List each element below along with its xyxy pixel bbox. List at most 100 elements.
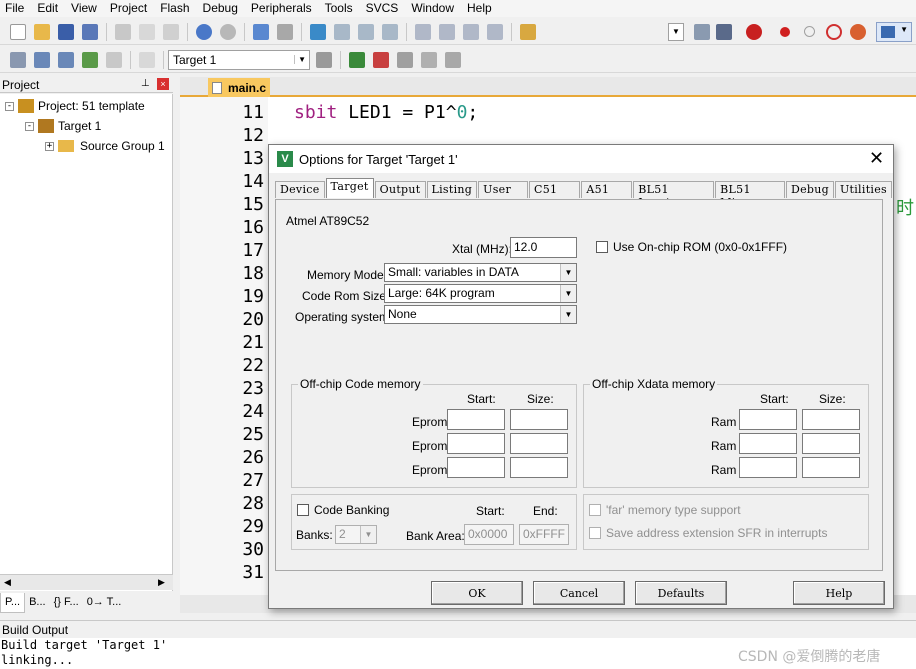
breakpoint-kill-all-icon[interactable]	[850, 24, 866, 40]
ram-size-input[interactable]	[802, 409, 860, 430]
expand-icon[interactable]: +	[45, 141, 54, 151]
cut-icon[interactable]	[115, 23, 131, 40]
target-select[interactable]: Target 1 ▼	[168, 49, 310, 70]
debug-start-icon[interactable]	[746, 24, 762, 40]
find-combo-arrow-icon[interactable]: ▼	[668, 23, 684, 41]
pin-icon[interactable]: ⊥	[141, 78, 150, 89]
window-layout-button[interactable]: ▼	[876, 22, 912, 42]
bank-start-input[interactable]: 0x0000	[464, 524, 514, 545]
undo-icon[interactable]	[196, 23, 212, 40]
menu-project[interactable]: Project	[105, 0, 155, 17]
memory-model-select[interactable]: Small: variables in DATA ▼	[384, 263, 577, 282]
eprom-start-input[interactable]	[447, 409, 505, 430]
tab-a51[interactable]: A51	[581, 181, 633, 198]
tab-utilities[interactable]: Utilities	[834, 181, 892, 198]
tab-user[interactable]: User	[478, 181, 529, 198]
tab-project[interactable]: P...	[0, 593, 26, 613]
tree-item-project[interactable]: - Project: 51 template	[5, 99, 145, 113]
code-rom-select[interactable]: Large: 64K program ▼	[384, 284, 577, 303]
paste-icon[interactable]	[163, 23, 179, 40]
manage-components-icon[interactable]	[349, 51, 365, 68]
menu-debug[interactable]: Debug	[198, 0, 246, 17]
incremental-find-icon[interactable]	[716, 24, 732, 40]
breakpoint-disable-icon[interactable]	[804, 26, 815, 37]
scroll-right-icon[interactable]: ▶	[158, 577, 165, 588]
tree-item-target[interactable]: - Target 1	[25, 119, 101, 133]
cancel-button[interactable]: Cancel	[533, 581, 625, 605]
far-memory-checkbox[interactable]	[589, 504, 601, 516]
eprom-size-input[interactable]	[510, 433, 568, 454]
menu-view[interactable]: View	[66, 0, 105, 17]
save-icon[interactable]	[58, 23, 74, 40]
menu-peripherals[interactable]: Peripherals	[246, 0, 320, 17]
target-options-icon[interactable]	[316, 51, 332, 68]
bookmark-clear-icon[interactable]	[382, 23, 398, 40]
banks-select[interactable]: 2 ▼	[335, 525, 377, 544]
menu-flash[interactable]: Flash	[155, 0, 197, 17]
software-packs-icon[interactable]	[445, 51, 461, 68]
load-icon[interactable]	[139, 51, 155, 68]
xtal-input[interactable]: 12.0	[510, 237, 577, 258]
close-icon[interactable]: ✕	[869, 148, 884, 169]
find-in-files-icon[interactable]	[520, 23, 536, 40]
uncomment-icon[interactable]	[487, 23, 503, 40]
eprom-start-input[interactable]	[447, 433, 505, 454]
tab-c51[interactable]: C51	[529, 181, 581, 198]
copy-icon[interactable]	[139, 23, 155, 40]
code-banking-checkbox[interactable]	[297, 504, 309, 516]
ram-start-input[interactable]	[739, 457, 797, 478]
os-select[interactable]: None ▼	[384, 305, 577, 324]
collapse-icon[interactable]: -	[5, 101, 14, 111]
menu-tools[interactable]: Tools	[320, 0, 361, 17]
defaults-button[interactable]: Defaults	[635, 581, 727, 605]
tab-functions[interactable]: {} F...	[50, 593, 83, 613]
stop-build-icon[interactable]	[106, 51, 122, 68]
bookmark-icon[interactable]	[310, 23, 326, 40]
comment-icon[interactable]	[463, 23, 479, 40]
tab-books[interactable]: B...	[25, 593, 50, 613]
redo-icon[interactable]	[220, 23, 236, 40]
tab-bl51-misc[interactable]: BL51 Misc	[715, 181, 785, 209]
new-file-icon[interactable]	[10, 23, 26, 40]
indent-icon[interactable]	[415, 23, 431, 40]
menu-file[interactable]: File	[0, 0, 32, 17]
collapse-icon[interactable]: -	[25, 121, 34, 131]
ram-start-input[interactable]	[739, 433, 797, 454]
eprom-size-input[interactable]	[510, 457, 568, 478]
ram-size-input[interactable]	[802, 433, 860, 454]
ok-button[interactable]: OK	[431, 581, 523, 605]
breakpoint-insert-icon[interactable]	[780, 27, 790, 37]
horizontal-scrollbar[interactable]: ◀ ▶	[0, 574, 173, 590]
tab-target[interactable]: Target	[325, 178, 374, 198]
nav-forward-icon[interactable]	[277, 23, 293, 40]
batch-build-icon[interactable]	[82, 51, 98, 68]
scroll-left-icon[interactable]: ◀	[4, 577, 11, 588]
bookmark-prev-icon[interactable]	[334, 23, 350, 40]
close-icon[interactable]: ×	[157, 78, 169, 90]
tab-bl51-locate[interactable]: BL51 Locate	[633, 181, 715, 209]
help-button[interactable]: Help	[793, 581, 885, 605]
tab-templates[interactable]: 0→ T...	[83, 593, 126, 613]
find-icon[interactable]	[694, 24, 710, 40]
onchip-rom-checkbox[interactable]	[596, 241, 608, 253]
bank-end-input[interactable]: 0xFFFF	[519, 524, 569, 545]
tab-device[interactable]: Device	[275, 181, 325, 198]
menu-svcs[interactable]: SVCS	[361, 0, 407, 17]
select-packs-icon[interactable]	[397, 51, 413, 68]
tab-main-c[interactable]: main.c	[208, 78, 270, 97]
eprom-start-input[interactable]	[447, 457, 505, 478]
tab-listing[interactable]: Listing	[426, 181, 478, 198]
menu-edit[interactable]: Edit	[32, 0, 66, 17]
bookmark-next-icon[interactable]	[358, 23, 374, 40]
build-icon[interactable]	[34, 51, 50, 68]
menu-window[interactable]: Window	[406, 0, 462, 17]
rebuild-icon[interactable]	[58, 51, 74, 68]
open-folder-icon[interactable]	[34, 23, 50, 40]
save-sfr-checkbox[interactable]	[589, 527, 601, 539]
save-all-icon[interactable]	[82, 23, 98, 40]
ram-size-input[interactable]	[802, 457, 860, 478]
pack-installer-icon[interactable]	[421, 51, 437, 68]
tree-item-group[interactable]: + Source Group 1	[45, 139, 165, 153]
translate-icon[interactable]	[10, 51, 26, 68]
tab-debug[interactable]: Debug	[785, 181, 834, 198]
